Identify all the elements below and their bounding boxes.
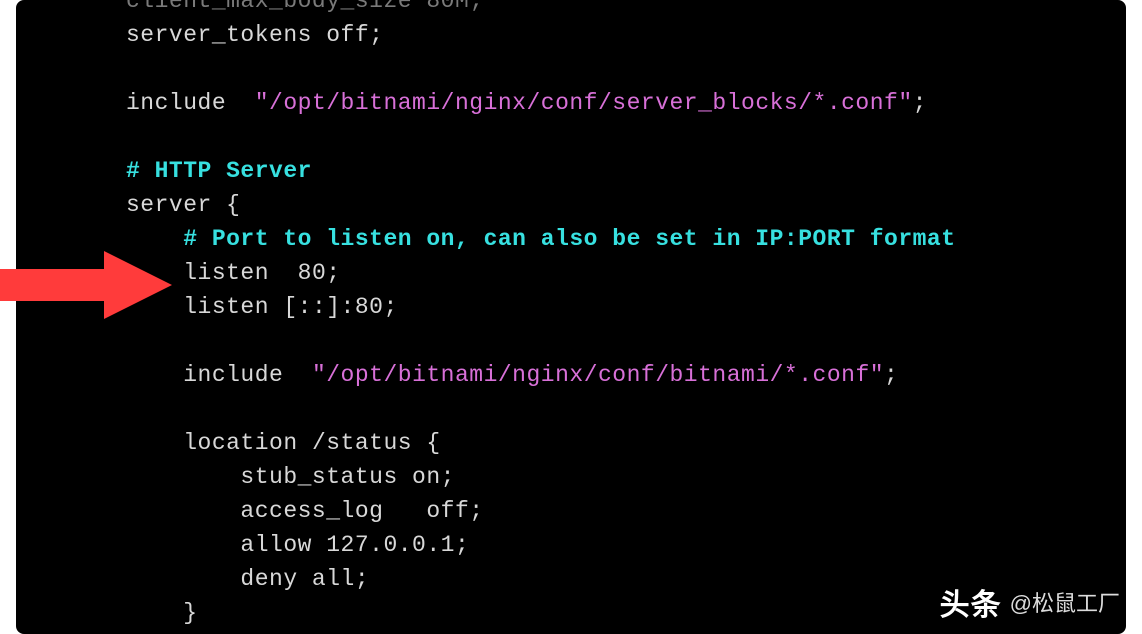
code-token: stub_status on; (240, 464, 455, 490)
code-line: # Port to listen on, can also be set in … (126, 222, 1126, 256)
code-token: include (126, 90, 255, 116)
code-line: include "/opt/bitnami/nginx/conf/bitnami… (126, 358, 1126, 392)
code-token: } (183, 600, 197, 626)
code-token: location /status { (183, 430, 440, 456)
code-line: listen 80; (126, 256, 1126, 290)
code-token: ; (884, 362, 898, 388)
code-line: stub_status on; (126, 460, 1126, 494)
code-token: "/opt/bitnami/nginx/conf/server_blocks/*… (255, 90, 913, 116)
code-line: client_max_body_size 80M; (126, 0, 1126, 18)
watermark-brand: 头条 (940, 580, 1002, 624)
code-line: server { (126, 188, 1126, 222)
code-token: server { (126, 192, 240, 218)
code-line: allow 127.0.0.1; (126, 528, 1126, 562)
code-token: deny all; (240, 566, 369, 592)
code-token: # Port to listen on, can also be set in … (183, 226, 955, 252)
code-token: client_max_body_size 80M; (126, 0, 484, 14)
code-token: listen 80; (183, 260, 340, 286)
code-line: listen [::]:80; (126, 290, 1126, 324)
code-token: server_tokens off; (126, 22, 383, 48)
code-line: server_tokens off; (126, 18, 1126, 52)
code-line (126, 324, 1126, 358)
code-line: include "/opt/bitnami/nginx/conf/server_… (126, 86, 1126, 120)
code-line: access_log off; (126, 494, 1126, 528)
code-token: include (183, 362, 312, 388)
code-token: listen [::]:80; (183, 294, 398, 320)
code-token: ; (913, 90, 927, 116)
code-line (126, 392, 1126, 426)
code-line: # HTTP Server (126, 154, 1126, 188)
code-token: "/opt/bitnami/nginx/conf/bitnami/*.conf" (312, 362, 884, 388)
code-line: } (126, 630, 1126, 634)
code-token: allow 127.0.0.1; (240, 532, 469, 558)
code-token: # HTTP Server (126, 158, 312, 184)
code-line (126, 120, 1126, 154)
watermark: 头条 @松鼠工厂 (940, 580, 1120, 624)
code-line: location /status { (126, 426, 1126, 460)
terminal-frame: client_max_body_size 80M; server_tokens o… (16, 0, 1126, 634)
code-line (126, 52, 1126, 86)
watermark-handle: @松鼠工厂 (1010, 586, 1120, 618)
code-token: access_log off; (240, 498, 483, 524)
code-block: client_max_body_size 80M; server_tokens o… (16, 0, 1126, 634)
